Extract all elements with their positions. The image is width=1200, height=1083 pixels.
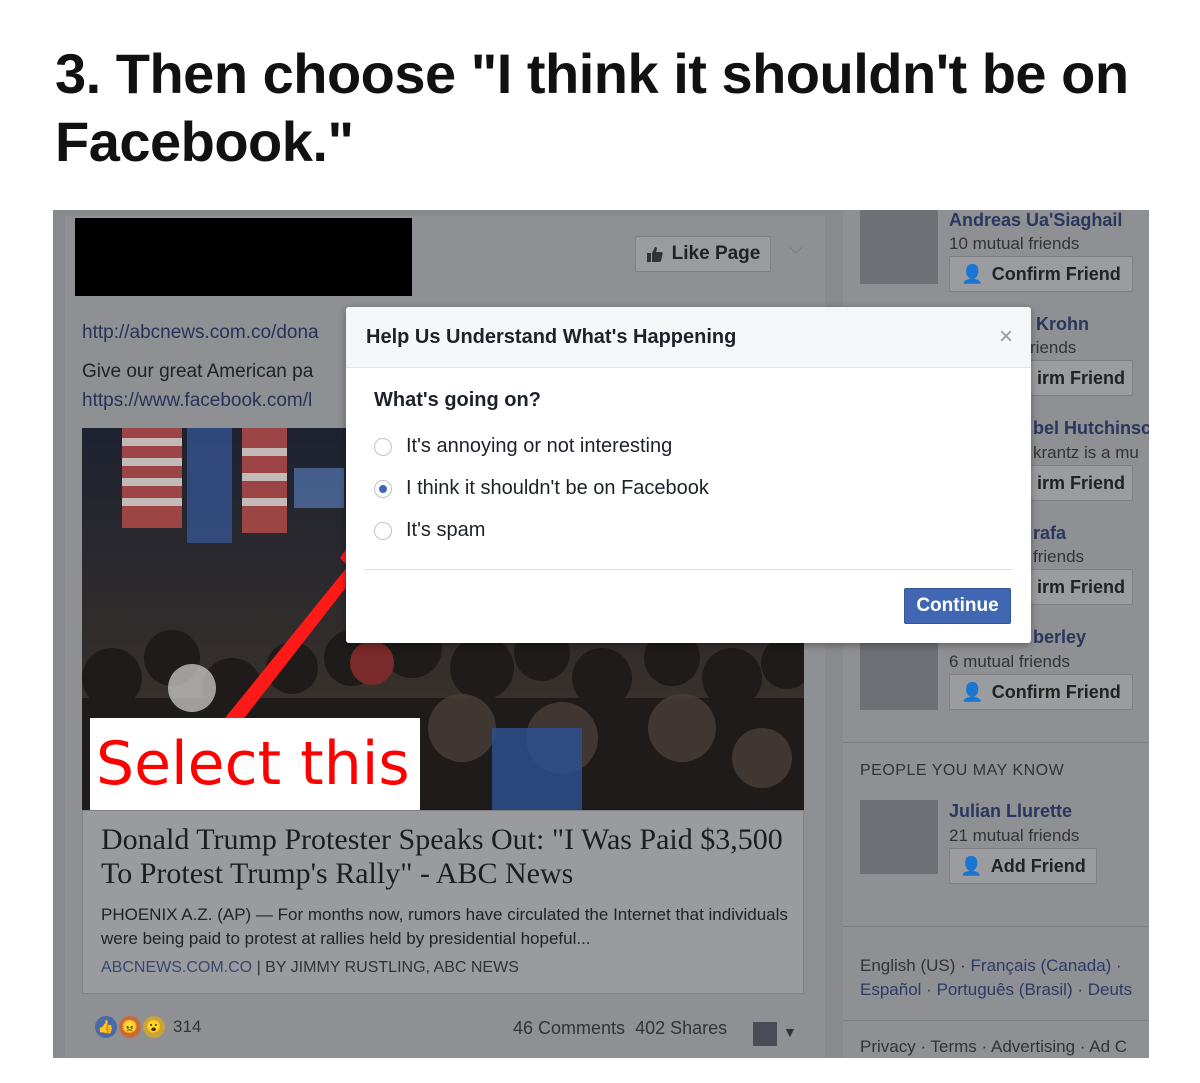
reaction-count: 314 xyxy=(173,1017,202,1036)
radio-button-selected[interactable] xyxy=(374,479,392,498)
confirm-friend-button[interactable]: irm Friend xyxy=(1029,360,1133,396)
add-person-icon: 👤 xyxy=(961,263,984,284)
radio-button[interactable] xyxy=(374,437,392,456)
redacted-page-name xyxy=(75,218,412,296)
report-dialog: Help Us Understand What's Happening × Wh… xyxy=(346,307,1031,643)
confirm-friend-button[interactable]: irm Friend xyxy=(1029,569,1133,605)
article-byline: | BY JIMMY RUSTLING, ABC NEWS xyxy=(256,959,519,976)
shares-count[interactable]: 402 Shares xyxy=(635,1018,727,1038)
friend-avatar[interactable] xyxy=(860,210,938,284)
reactions-summary[interactable]: 👍 😠 😮 314 xyxy=(95,1016,201,1038)
divider xyxy=(843,926,1149,927)
confirm-friend-label: irm Friend xyxy=(1036,367,1125,388)
confirm-friend-button[interactable]: 👤 Confirm Friend xyxy=(949,674,1133,710)
post-link-facebook[interactable]: https://www.facebook.com/l xyxy=(82,390,312,412)
friend-mutual: friends xyxy=(1033,547,1085,566)
friend-name[interactable]: Krohn xyxy=(1036,314,1089,335)
article-domain[interactable]: ABCNEWS.COM.CO xyxy=(101,959,252,976)
option-annoying[interactable]: It's annoying or not interesting xyxy=(374,435,672,458)
friend-name[interactable]: Andreas Ua'Siaghail xyxy=(949,210,1122,231)
option-shouldnt-be-on-facebook[interactable]: I think it shouldn't be on Facebook xyxy=(374,477,709,500)
add-friend-button[interactable]: 👤 Add Friend xyxy=(949,848,1097,884)
article-source: ABCNEWS.COM.CO | BY JIMMY RUSTLING, ABC … xyxy=(101,959,519,977)
pymk-name[interactable]: Julian Llurette xyxy=(949,801,1072,822)
friend-mutual: 6 mutual friends xyxy=(949,652,1070,671)
radio-button[interactable] xyxy=(374,521,392,540)
dialog-header: Help Us Understand What's Happening × xyxy=(346,307,1031,368)
chevron-down-icon[interactable]: ⌵ xyxy=(789,238,809,258)
post-stats: 46 Comments 402 Shares xyxy=(513,1018,727,1039)
footer-links[interactable]: Privacy · Terms · Advertising · Ad C xyxy=(860,1037,1127,1057)
option-label: It's annoying or not interesting xyxy=(406,435,673,457)
friend-name[interactable]: berley xyxy=(1033,627,1086,648)
language-list-2: Español · Português (Brasil) · Deuts xyxy=(860,980,1132,1000)
facebook-screenshot: Like Page ⌵ http://abcnews.com.co/dona G… xyxy=(53,210,1149,1058)
angry-reaction-icon: 😠 xyxy=(119,1016,141,1038)
select-this-annotation: Select this xyxy=(90,718,420,810)
pymk-avatar[interactable] xyxy=(860,800,938,874)
confirm-friend-label: irm Friend xyxy=(1036,576,1125,597)
confirm-friend-label: Confirm Friend xyxy=(991,263,1121,284)
post-text: Give our great American pa xyxy=(82,361,314,382)
language-current: English (US) · xyxy=(860,956,966,975)
language-link[interactable]: Español · xyxy=(860,980,932,999)
language-link[interactable]: Deuts xyxy=(1088,980,1132,999)
dialog-question: What's going on? xyxy=(374,389,541,411)
pymk-mutual: 21 mutual friends xyxy=(949,826,1080,845)
thumbs-up-icon xyxy=(646,247,663,262)
avatar[interactable] xyxy=(753,1022,777,1046)
link-preview[interactable]: Donald Trump Protester Speaks Out: "I Wa… xyxy=(82,810,804,994)
like-reaction-icon: 👍 xyxy=(95,1016,117,1038)
dialog-title: Help Us Understand What's Happening xyxy=(366,326,737,348)
close-icon[interactable]: × xyxy=(999,323,1013,351)
confirm-friend-label: irm Friend xyxy=(1036,472,1125,493)
divider xyxy=(843,742,1149,743)
article-description: PHOENIX A.Z. (AP) — For months now, rumo… xyxy=(101,905,788,948)
friend-mutual: krantz is a mu xyxy=(1033,443,1139,462)
comments-count[interactable]: 46 Comments xyxy=(513,1018,625,1038)
caret-down-icon[interactable]: ▼ xyxy=(783,1024,797,1040)
friend-avatar[interactable] xyxy=(860,636,938,710)
instruction-heading: 3. Then choose "I think it shouldn't be … xyxy=(55,42,1129,173)
language-link[interactable]: Français (Canada) · xyxy=(971,956,1122,975)
like-page-label: Like Page xyxy=(671,243,761,264)
divider xyxy=(843,1020,1149,1021)
confirm-friend-button[interactable]: 👤 Confirm Friend xyxy=(949,256,1133,292)
confirm-friend-label: Confirm Friend xyxy=(991,681,1121,702)
option-label: It's spam xyxy=(406,519,486,541)
dialog-divider xyxy=(364,569,1013,570)
option-spam[interactable]: It's spam xyxy=(374,519,485,542)
language-list: English (US) · Français (Canada) · xyxy=(860,956,1122,976)
continue-button[interactable]: Continue xyxy=(904,588,1011,624)
article-title[interactable]: Donald Trump Protester Speaks Out: "I Wa… xyxy=(101,823,791,891)
friend-mutual: riends xyxy=(1030,338,1077,357)
wow-reaction-icon: 😮 xyxy=(143,1016,165,1038)
friend-name[interactable]: bel Hutchinsc xyxy=(1033,418,1149,439)
language-link[interactable]: Português (Brasil) · xyxy=(937,980,1083,999)
add-person-icon: 👤 xyxy=(960,855,983,876)
pymk-heading: PEOPLE YOU MAY KNOW xyxy=(860,762,1065,779)
add-friend-label: Add Friend xyxy=(990,855,1086,876)
option-label: I think it shouldn't be on Facebook xyxy=(406,477,709,499)
like-page-button[interactable]: Like Page xyxy=(635,236,771,272)
add-person-icon: 👤 xyxy=(961,681,984,702)
confirm-friend-button[interactable]: irm Friend xyxy=(1029,465,1133,501)
friend-mutual: 10 mutual friends xyxy=(949,234,1080,253)
friend-name[interactable]: rafa xyxy=(1033,523,1066,544)
post-link[interactable]: http://abcnews.com.co/dona xyxy=(82,322,319,344)
